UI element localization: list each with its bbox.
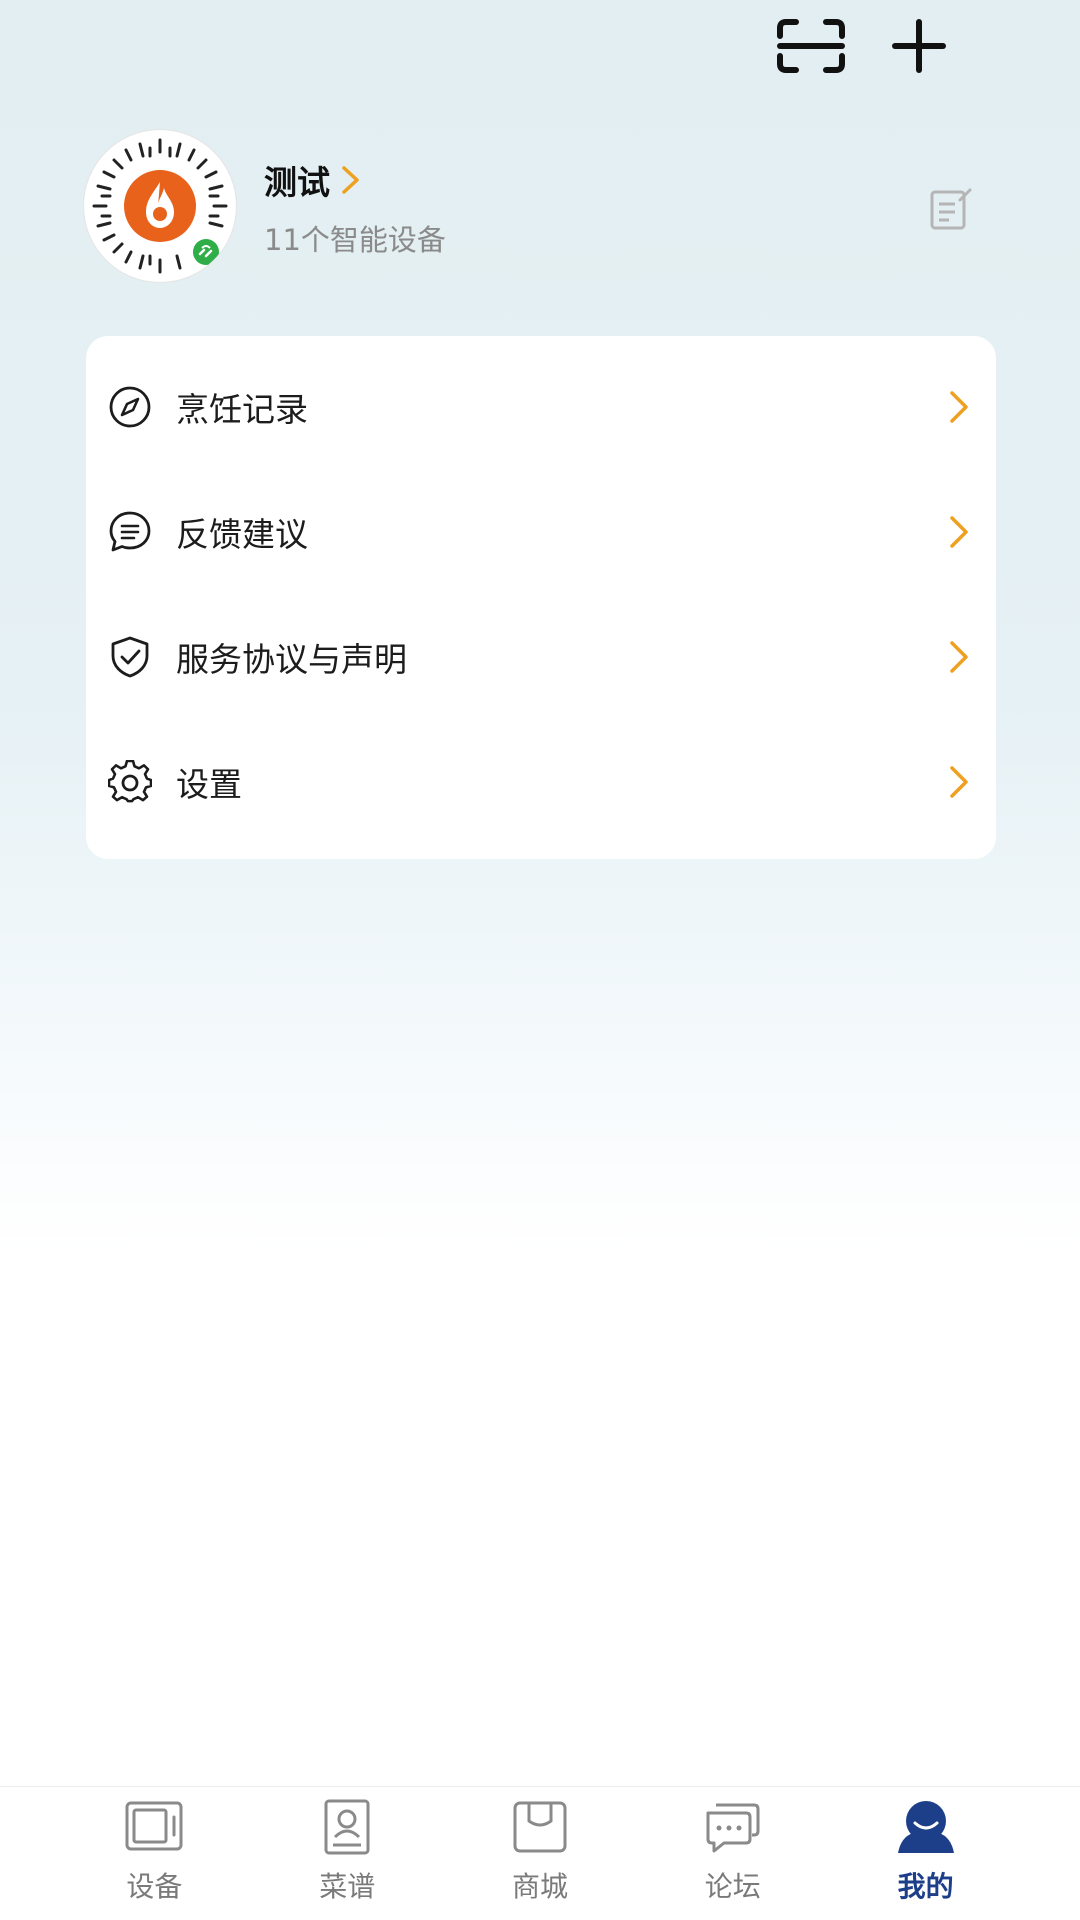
menu-item-label: 设置	[176, 764, 242, 804]
tab-shop[interactable]: 商城	[444, 1787, 637, 1920]
chat-bubble-icon	[109, 511, 151, 551]
chevron-right-icon	[342, 166, 359, 194]
menu-item-label: 烹饪记录	[176, 389, 308, 429]
device-count: 11个智能设备	[264, 223, 446, 257]
menu-item-cooking-record[interactable]: 烹饪记录	[86, 344, 996, 469]
tab-label: 菜谱	[319, 1870, 376, 1903]
mini-program-qr-avatar	[92, 138, 228, 274]
top-action-bar	[776, 18, 954, 74]
shop-icon	[513, 1801, 567, 1853]
gear-icon	[108, 759, 152, 802]
chevron-right-icon	[950, 515, 968, 548]
tab-label: 我的	[897, 1870, 954, 1903]
edit-note-icon[interactable]	[926, 184, 976, 234]
profile-name-row[interactable]: 测试	[264, 156, 362, 204]
menu-item-settings[interactable]: 设置	[86, 719, 996, 844]
profile-name: 测试	[264, 163, 330, 202]
compass-icon	[109, 386, 151, 427]
recipe-icon	[324, 1799, 370, 1855]
menu-item-service-agreement[interactable]: 服务协议与声明	[86, 594, 996, 719]
shield-check-icon	[111, 636, 149, 677]
tab-profile[interactable]: 我的	[829, 1787, 1022, 1920]
bottom-tab-bar: 设备 菜谱 商城 论坛 我的	[0, 1786, 1080, 1920]
menu-item-label: 服务协议与声明	[176, 639, 407, 679]
forum-icon	[706, 1803, 760, 1853]
device-icon	[125, 1801, 183, 1851]
scan-icon[interactable]	[776, 18, 846, 74]
menu-card: 烹饪记录 反馈建议 服务协议与声明 设置	[86, 336, 996, 859]
avatar[interactable]	[84, 130, 236, 282]
profile-header: 测试 11个智能设备	[84, 130, 996, 285]
chevron-right-icon	[950, 390, 968, 423]
tab-recipe[interactable]: 菜谱	[251, 1787, 444, 1920]
plus-icon[interactable]	[884, 18, 954, 74]
tab-device[interactable]: 设备	[58, 1787, 251, 1920]
tab-label: 论坛	[704, 1870, 761, 1903]
menu-item-feedback[interactable]: 反馈建议	[86, 469, 996, 594]
menu-item-label: 反馈建议	[176, 514, 308, 554]
chevron-right-icon	[950, 640, 968, 673]
profile-icon	[897, 1801, 954, 1853]
tab-label: 设备	[126, 1870, 183, 1903]
chevron-right-icon	[950, 765, 968, 798]
tab-label: 商城	[511, 1870, 568, 1903]
tab-forum[interactable]: 论坛	[636, 1787, 829, 1920]
